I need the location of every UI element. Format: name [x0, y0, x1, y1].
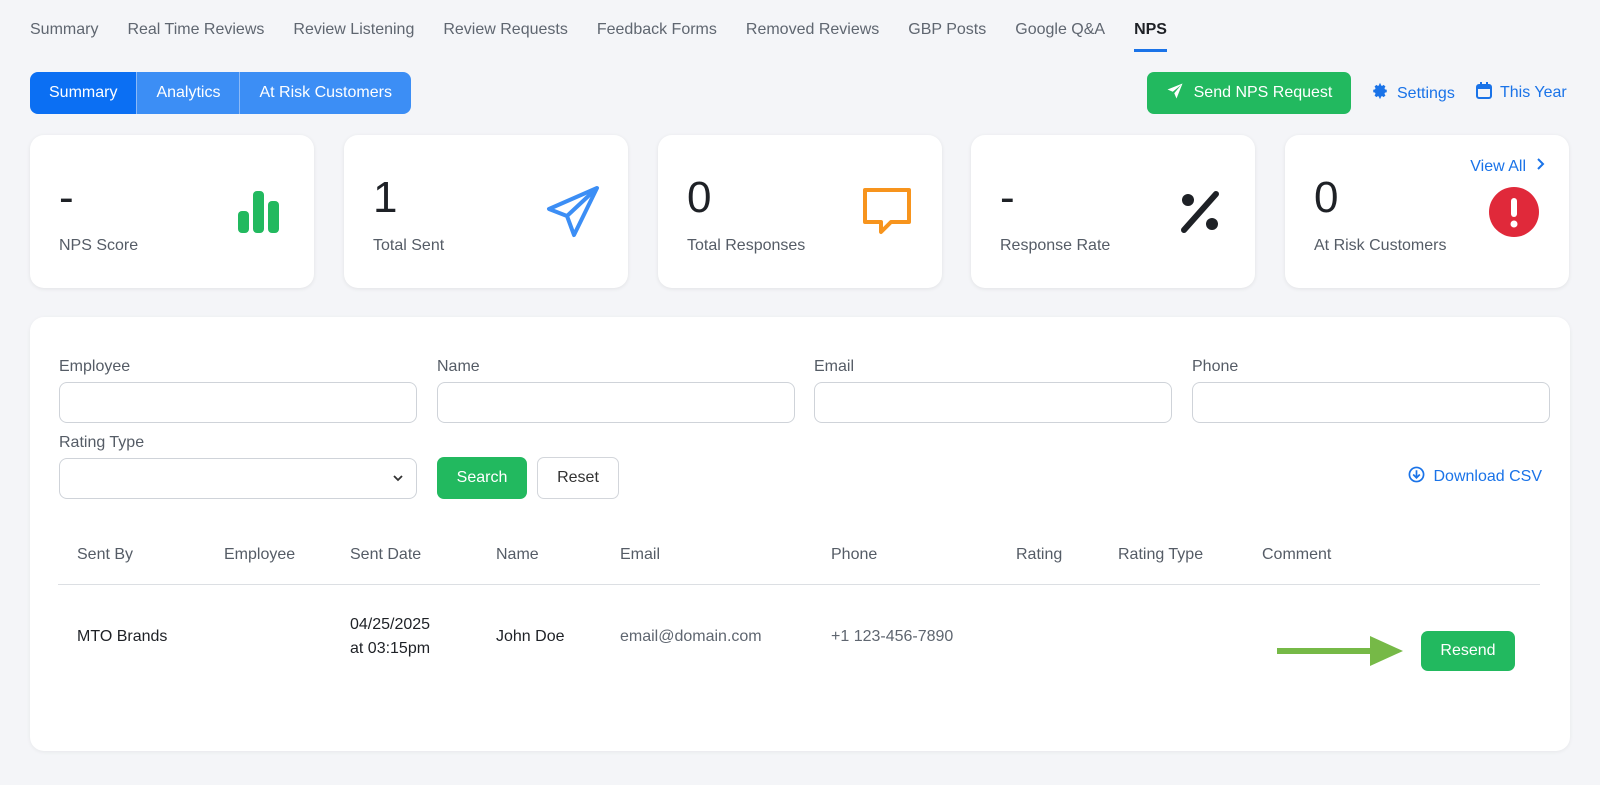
tab-google-qa[interactable]: Google Q&A — [1015, 0, 1105, 52]
view-all-link[interactable]: View All — [1470, 157, 1545, 176]
stat-label: Total Responses — [687, 237, 806, 254]
stat-value: - — [59, 173, 74, 222]
cell-name: John Doe — [496, 628, 565, 645]
stat-value: 0 — [1314, 173, 1339, 222]
stat-card-total-sent: 1 Total Sent — [344, 135, 628, 288]
name-input[interactable] — [437, 382, 795, 423]
reset-button[interactable]: Reset — [537, 457, 619, 499]
email-filter-label: Email — [814, 358, 855, 375]
paper-plane-icon — [546, 185, 600, 239]
chevron-down-icon — [392, 471, 404, 489]
settings-link[interactable]: Settings — [1371, 82, 1455, 105]
bar-chart-icon — [232, 185, 286, 239]
column-header-rating: Rating — [1016, 546, 1063, 563]
email-filter: Email — [814, 358, 1172, 423]
stat-label: Response Rate — [1000, 237, 1111, 254]
search-button[interactable]: Search — [437, 457, 527, 499]
cell-sent-date-time: at 03:15pm — [350, 640, 431, 657]
arrow-annotation-icon — [1277, 635, 1404, 672]
resend-button[interactable]: Resend — [1421, 631, 1515, 671]
rating-type-filter-label: Rating Type — [59, 434, 145, 451]
paper-plane-icon — [1166, 82, 1184, 105]
percent-icon — [1173, 185, 1227, 239]
subtab-group: Summary Analytics At Risk Customers — [30, 72, 411, 114]
download-csv-link[interactable]: Download CSV — [1408, 466, 1543, 488]
subtab-summary[interactable]: Summary — [30, 72, 138, 114]
alert-icon — [1487, 185, 1541, 239]
tab-gbp-posts[interactable]: GBP Posts — [908, 0, 986, 52]
chevron-right-icon — [1536, 157, 1545, 176]
tab-summary[interactable]: Summary — [30, 0, 98, 52]
stat-label: NPS Score — [59, 237, 139, 254]
column-header-phone: Phone — [831, 546, 878, 563]
send-nps-request-button[interactable]: Send NPS Request — [1147, 72, 1351, 114]
stat-value: 0 — [687, 173, 712, 222]
table-header: Sent By Employee Sent Date Name Email Ph… — [58, 527, 1540, 585]
stat-card-nps-score: - NPS Score — [30, 135, 314, 288]
subtab-analytics[interactable]: Analytics — [137, 72, 241, 114]
employee-filter: Employee — [59, 358, 417, 423]
stat-card-total-responses: 0 Total Responses — [658, 135, 942, 288]
download-icon — [1408, 466, 1425, 488]
column-header-comment: Comment — [1262, 546, 1332, 563]
cell-phone: +1 123-456-7890 — [831, 628, 954, 645]
settings-label: Settings — [1397, 84, 1455, 102]
phone-input[interactable] — [1192, 382, 1550, 423]
stat-label: At Risk Customers — [1314, 237, 1447, 254]
employee-filter-label: Employee — [59, 358, 131, 375]
date-range-label: This Year — [1500, 84, 1567, 101]
cell-sent-date-day: 04/25/2025 — [350, 616, 431, 633]
subtab-at-risk-customers[interactable]: At Risk Customers — [240, 72, 411, 114]
tab-real-time-reviews[interactable]: Real Time Reviews — [127, 0, 264, 52]
column-header-employee: Employee — [224, 546, 296, 563]
stat-card-at-risk-customers: View All 0 At Risk Customers — [1285, 135, 1569, 288]
tab-removed-reviews[interactable]: Removed Reviews — [746, 0, 879, 52]
column-header-rating-type: Rating Type — [1118, 546, 1204, 563]
stat-card-response-rate: - Response Rate — [971, 135, 1255, 288]
send-nps-request-label: Send NPS Request — [1193, 84, 1333, 101]
download-csv-label: Download CSV — [1433, 468, 1543, 485]
date-range-picker[interactable]: This Year — [1476, 82, 1567, 104]
stat-value: - — [1000, 173, 1015, 222]
employee-input[interactable] — [59, 382, 417, 423]
column-header-sent-date: Sent Date — [350, 546, 422, 563]
chat-bubble-icon — [860, 185, 914, 239]
calendar-icon — [1476, 82, 1492, 104]
view-all-label: View All — [1470, 157, 1526, 175]
name-filter-label: Name — [437, 358, 480, 375]
gear-icon — [1371, 82, 1389, 105]
column-header-email: Email — [620, 546, 661, 563]
rating-type-filter: Rating Type — [59, 434, 417, 499]
phone-filter-label: Phone — [1192, 358, 1239, 375]
email-input[interactable] — [814, 382, 1172, 423]
rating-type-select[interactable] — [59, 458, 417, 499]
stat-value: 1 — [373, 173, 398, 222]
top-nav: Summary Real Time Reviews Review Listeni… — [30, 0, 1196, 56]
responses-panel: Employee Name Email Phone Rating Type Se… — [30, 317, 1570, 751]
tab-nps[interactable]: NPS — [1134, 0, 1167, 52]
cell-sent-by: MTO Brands — [77, 628, 168, 645]
column-header-sent-by: Sent By — [77, 546, 134, 563]
column-header-name: Name — [496, 546, 539, 563]
phone-filter: Phone — [1192, 358, 1550, 423]
tab-review-requests[interactable]: Review Requests — [443, 0, 568, 52]
name-filter: Name — [437, 358, 795, 423]
stat-label: Total Sent — [373, 237, 445, 254]
tab-review-listening[interactable]: Review Listening — [293, 0, 414, 52]
tab-feedback-forms[interactable]: Feedback Forms — [597, 0, 717, 52]
cell-email: email@domain.com — [620, 628, 762, 645]
